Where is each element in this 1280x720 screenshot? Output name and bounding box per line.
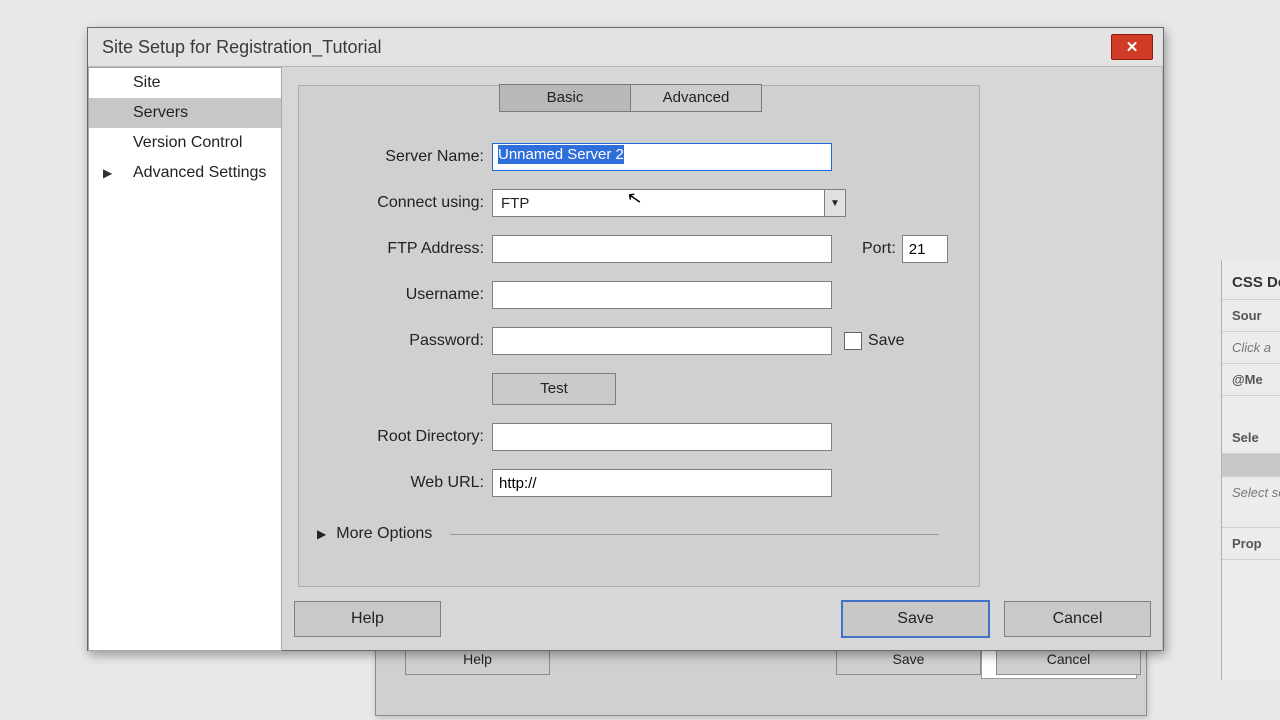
save-password-checkbox[interactable] xyxy=(844,332,862,350)
cancel-button[interactable]: Cancel xyxy=(1004,601,1151,637)
sidebar-item-version-control[interactable]: Version Control xyxy=(89,128,281,158)
username-input[interactable] xyxy=(492,281,832,309)
more-options-toggle[interactable]: ▶ More Options xyxy=(317,525,979,543)
tab-advanced[interactable]: Advanced xyxy=(630,84,762,112)
sidebar-item-label: Advanced Settings xyxy=(133,164,266,181)
css-properties-header: Prop xyxy=(1222,528,1280,560)
root-directory-label: Root Directory: xyxy=(299,428,492,446)
vertical-divider xyxy=(1162,67,1163,651)
form-tabs: Basic Advanced xyxy=(499,84,762,112)
root-directory-input[interactable] xyxy=(492,423,832,451)
servers-form-panel: Basic Advanced Server Name: Unnamed Serv… xyxy=(298,85,980,587)
css-designer-panel: CSS De Sour Click a @Me Sele Select sele… xyxy=(1221,260,1280,680)
sidebar-item-advanced-settings[interactable]: ▶ Advanced Settings xyxy=(89,158,281,188)
sidebar-item-label: Servers xyxy=(133,104,188,121)
sidebar-item-site[interactable]: Site xyxy=(89,68,281,98)
chevron-right-icon: ▶ xyxy=(103,166,112,180)
ftp-address-input[interactable] xyxy=(492,235,832,263)
sidebar-item-servers[interactable]: Servers xyxy=(89,98,281,128)
css-media-header: @Me xyxy=(1222,364,1280,396)
password-label: Password: xyxy=(299,332,492,350)
css-search-box[interactable] xyxy=(1222,454,1280,477)
connect-using-select[interactable]: FTP ▼ xyxy=(492,189,846,217)
port-input[interactable] xyxy=(902,235,948,263)
ftp-address-label: FTP Address: xyxy=(299,240,492,258)
sidebar-item-label: Version Control xyxy=(133,134,242,151)
test-button[interactable]: Test xyxy=(492,373,616,405)
more-options-label: More Options xyxy=(336,525,432,543)
divider xyxy=(450,534,939,535)
close-icon: ✕ xyxy=(1126,38,1139,56)
sidebar: Site Servers Version Control ▶ Advanced … xyxy=(88,67,282,651)
css-selectors-header: Sele xyxy=(1222,422,1280,454)
save-password-label: Save xyxy=(868,332,904,350)
tab-basic[interactable]: Basic xyxy=(499,84,631,112)
connect-using-value: FTP xyxy=(501,195,529,212)
dialog-titlebar: Site Setup for Registration_Tutorial ✕ xyxy=(88,28,1163,67)
web-url-input[interactable] xyxy=(492,469,832,497)
dialog-title: Site Setup for Registration_Tutorial xyxy=(102,37,381,58)
css-sources-header: Sour xyxy=(1222,300,1280,332)
server-name-input[interactable]: Unnamed Server 2 xyxy=(492,143,832,171)
web-url-label: Web URL: xyxy=(299,474,492,492)
css-panel-header: CSS De xyxy=(1222,260,1280,300)
chevron-down-icon: ▼ xyxy=(824,190,845,216)
connect-using-label: Connect using: xyxy=(299,194,492,212)
css-selectors-hint: Select select xyxy=(1222,477,1280,528)
css-sources-hint: Click a xyxy=(1222,332,1280,364)
password-input[interactable] xyxy=(492,327,832,355)
server-form: Server Name: Unnamed Server 2 Connect us… xyxy=(299,143,979,543)
site-setup-dialog: Site Setup for Registration_Tutorial ✕ S… xyxy=(87,27,1164,651)
save-button[interactable]: Save xyxy=(841,600,990,638)
server-name-value: Unnamed Server 2 xyxy=(498,145,624,164)
content-area: Basic Advanced Server Name: Unnamed Serv… xyxy=(282,67,1163,651)
username-label: Username: xyxy=(299,286,492,304)
close-button[interactable]: ✕ xyxy=(1111,34,1153,60)
help-button[interactable]: Help xyxy=(294,601,441,637)
server-name-label: Server Name: xyxy=(299,148,492,166)
dialog-footer: Help Save Cancel xyxy=(294,599,1151,639)
chevron-right-icon: ▶ xyxy=(317,527,326,541)
port-label: Port: xyxy=(862,240,896,258)
sidebar-item-label: Site xyxy=(133,74,161,91)
